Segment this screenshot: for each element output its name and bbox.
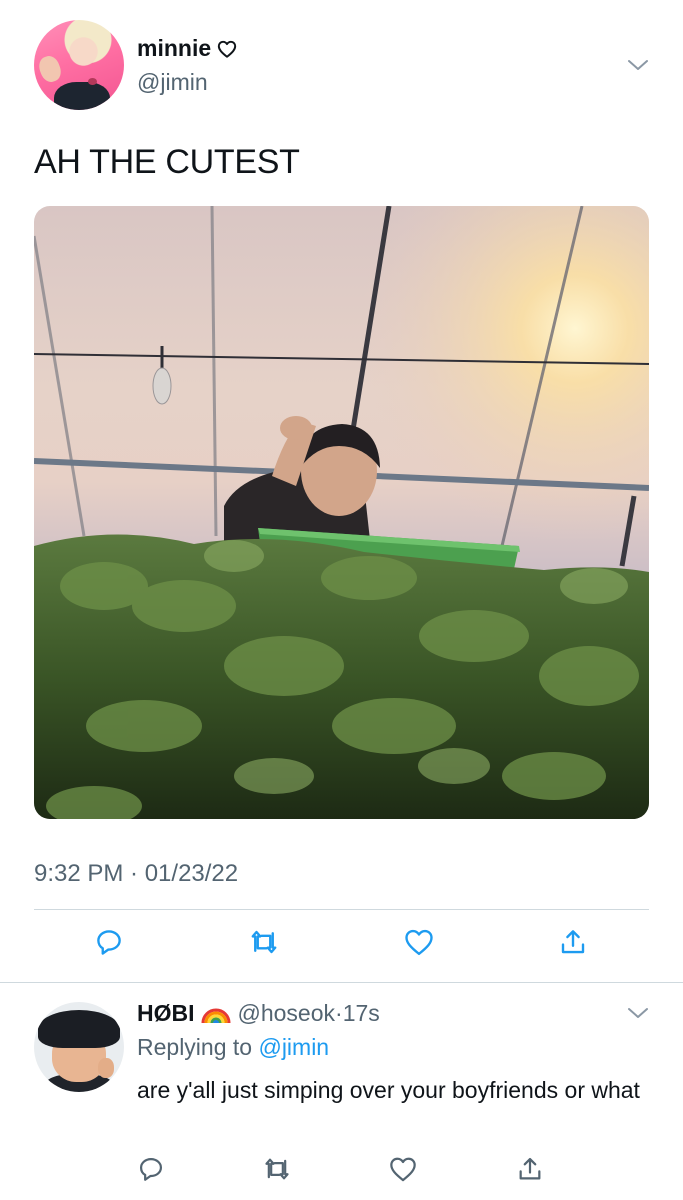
- tweet-text: AH THE CUTEST: [34, 143, 300, 181]
- reply-time[interactable]: 17s: [343, 1000, 380, 1026]
- retweet-icon[interactable]: [260, 1152, 294, 1186]
- like-icon[interactable]: [386, 1152, 420, 1186]
- separator-dot: ·: [335, 1000, 343, 1026]
- heart-outline-icon: [217, 36, 237, 64]
- mention-link[interactable]: @jimin: [258, 1034, 329, 1060]
- reply-actions: [0, 1152, 683, 1192]
- share-icon[interactable]: [556, 925, 590, 959]
- reply-icon[interactable]: [92, 925, 126, 959]
- tweet-author-name[interactable]: minnie: [137, 34, 237, 64]
- chevron-down-icon[interactable]: [627, 58, 649, 72]
- reply-author-name[interactable]: HØBI: [137, 1000, 195, 1026]
- replying-prefix: Replying to: [137, 1034, 253, 1060]
- retweet-icon[interactable]: [247, 925, 281, 959]
- tweet-photo[interactable]: [34, 206, 649, 819]
- rainbow-icon: [200, 999, 232, 1031]
- share-icon[interactable]: [513, 1152, 547, 1186]
- chevron-down-icon[interactable]: [627, 1006, 649, 1020]
- tweet-actions: [0, 925, 683, 965]
- tweet-timestamp[interactable]: 9:32 PM · 01/23/22: [34, 859, 238, 889]
- tweet-author-handle[interactable]: @jimin: [137, 68, 208, 96]
- main-tweet: minnie @jimin AH THE CUTEST 9:32 PM · 01…: [0, 0, 683, 982]
- reply-avatar[interactable]: [34, 1002, 124, 1092]
- author-name-text: minnie: [137, 35, 212, 61]
- like-icon[interactable]: [402, 925, 436, 959]
- tweet-separator: [0, 982, 683, 983]
- reply-icon[interactable]: [134, 1152, 168, 1186]
- reply-author-handle[interactable]: @hoseok: [238, 1000, 336, 1026]
- replying-to: Replying to @jimin: [137, 1033, 329, 1061]
- divider: [34, 909, 649, 910]
- avatar[interactable]: [34, 20, 124, 110]
- reply-text: are y'all just simping over your boyfrie…: [137, 1077, 640, 1103]
- reply-header: HØBI @hoseok·17s: [137, 999, 380, 1031]
